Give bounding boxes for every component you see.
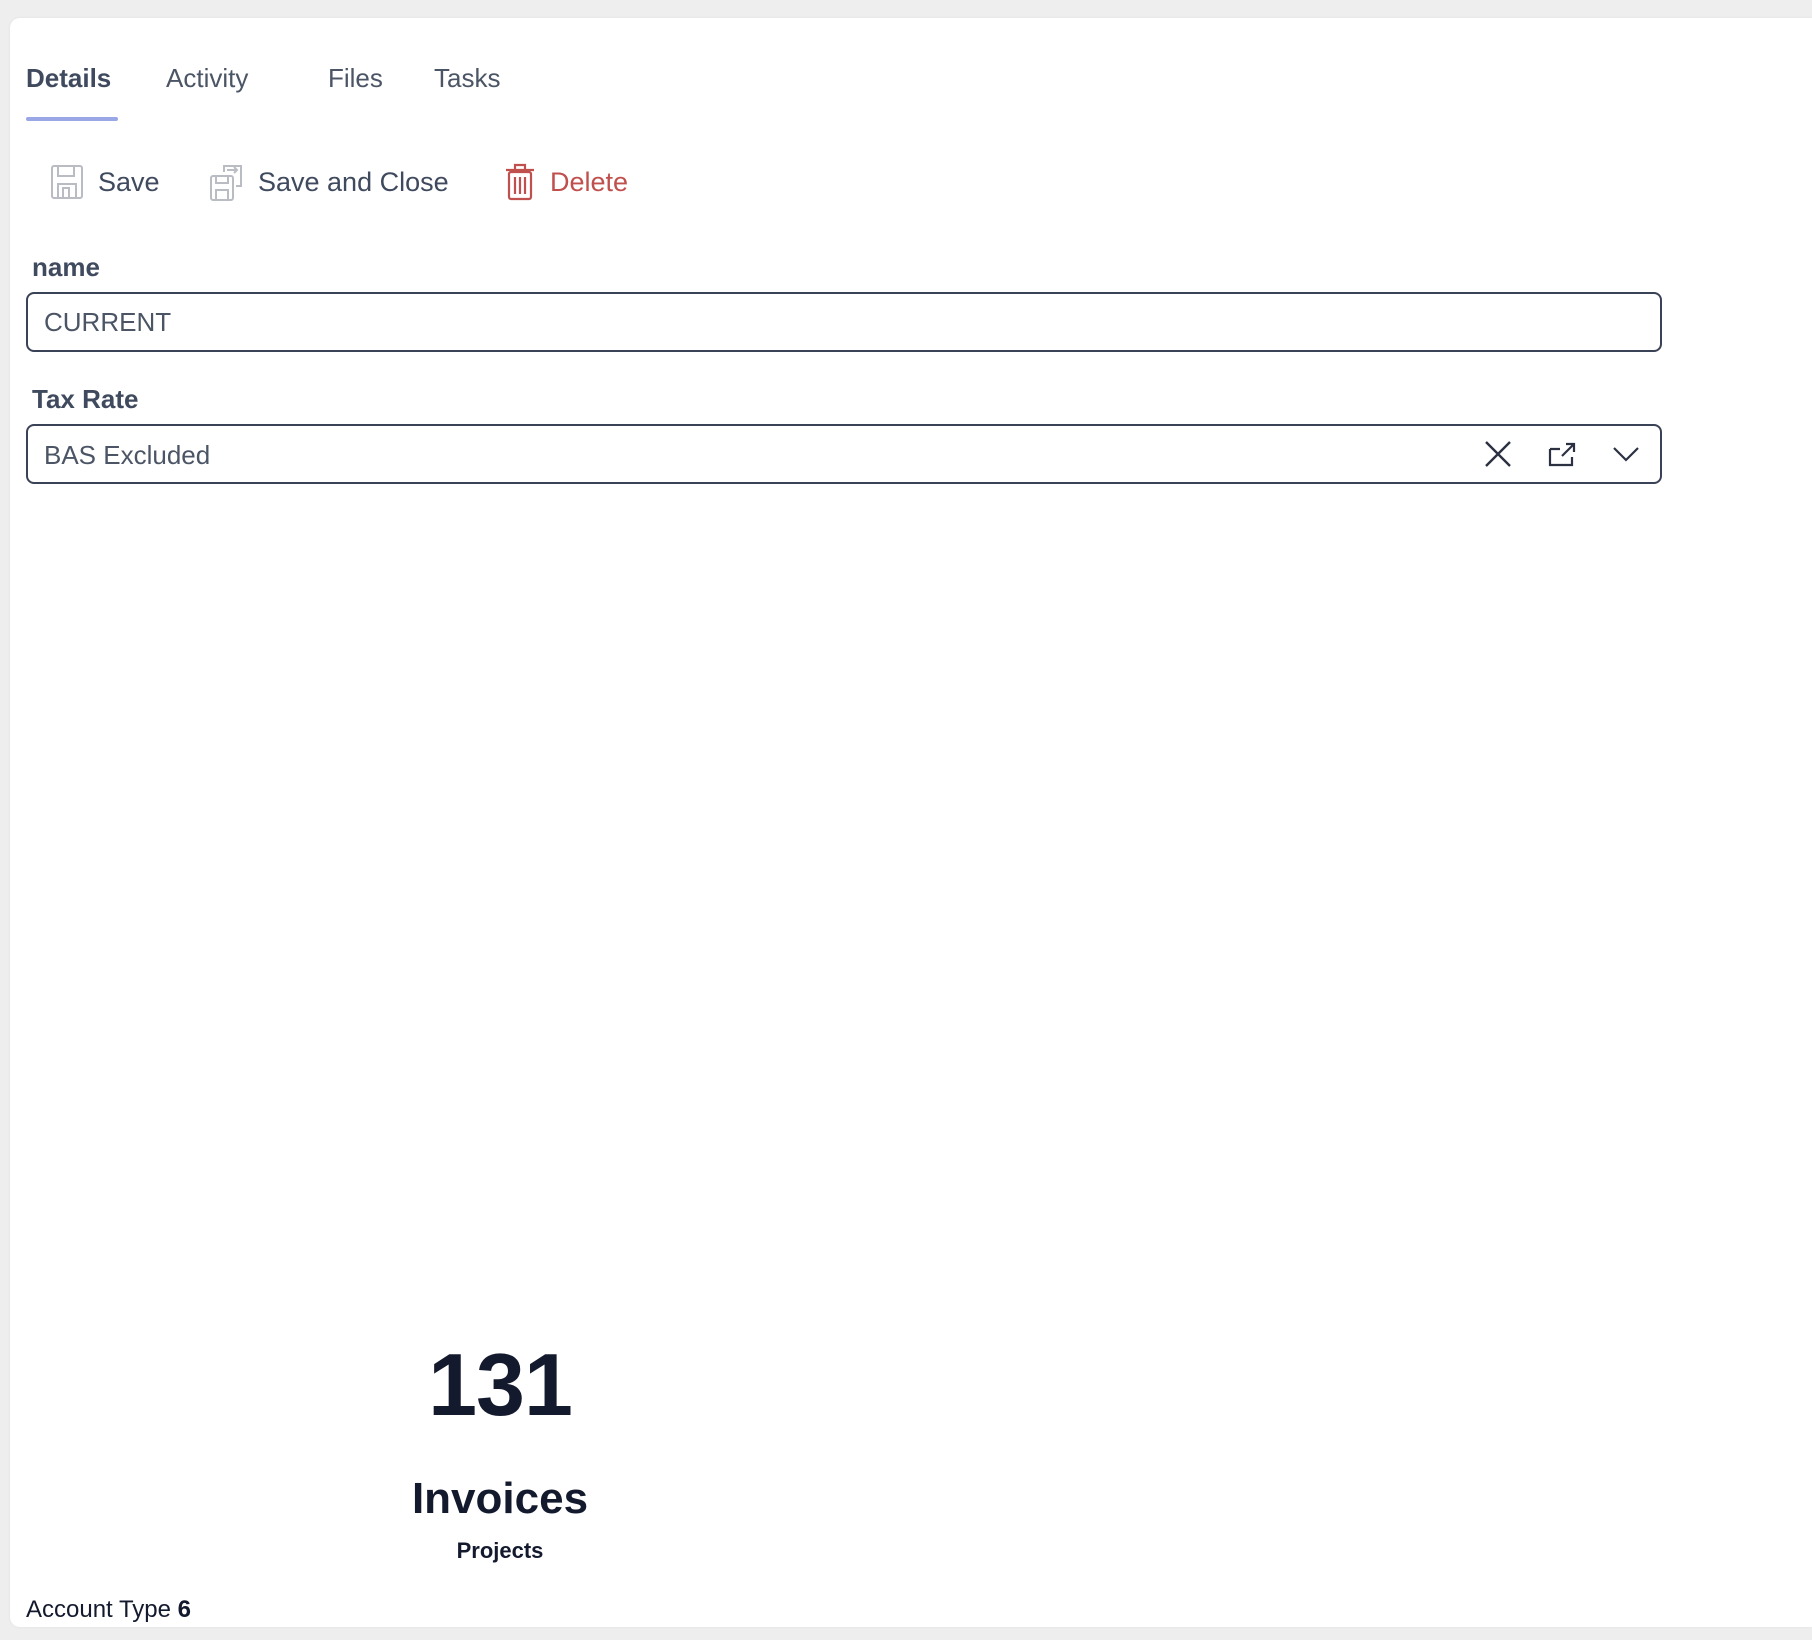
save-button[interactable]: Save (50, 158, 160, 206)
account-type-label: Account Type (26, 1596, 171, 1623)
tax-rate-select[interactable]: BAS Excluded (26, 424, 1662, 484)
account-type-value: 6 (177, 1596, 192, 1623)
save-and-close-label: Save and Close (258, 166, 449, 197)
name-input[interactable] (44, 294, 1624, 350)
name-field[interactable] (26, 292, 1662, 352)
record-card: Details Activity Files Tasks Save Save a… (10, 18, 1812, 1627)
name-label: name (32, 252, 100, 282)
chevron-down-icon[interactable] (1610, 438, 1642, 470)
clear-icon[interactable] (1482, 438, 1514, 470)
tab-activity[interactable]: Activity (166, 63, 248, 94)
open-external-icon[interactable] (1546, 438, 1578, 470)
save-icon (50, 164, 84, 200)
tab-tasks[interactable]: Tasks (434, 63, 500, 94)
tax-rate-label: Tax Rate (32, 384, 139, 414)
save-and-close-icon (208, 162, 244, 202)
save-label: Save (98, 166, 160, 197)
account-type-line: Account Type 6 (26, 1596, 191, 1624)
tax-rate-value: BAS Excluded (44, 440, 211, 470)
save-and-close-button[interactable]: Save and Close (208, 158, 449, 206)
invoice-count: 131 (428, 1335, 573, 1434)
tab-files[interactable]: Files (328, 63, 383, 94)
delete-button[interactable]: Delete (504, 158, 628, 206)
delete-label: Delete (550, 166, 629, 197)
tab-details[interactable]: Details (26, 63, 111, 94)
invoices-heading: Invoices (411, 1474, 589, 1523)
active-tab-indicator (26, 117, 118, 121)
projects-subheading: Projects (456, 1538, 544, 1563)
trash-icon (504, 163, 536, 201)
